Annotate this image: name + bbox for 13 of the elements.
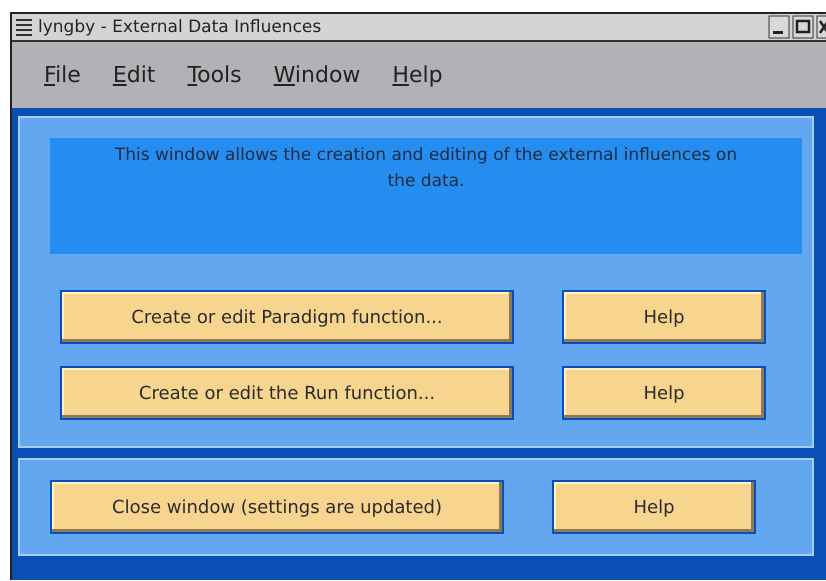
action-button[interactable]: Create or edit the Run function...: [60, 366, 514, 420]
window-title: lyngby - External Data Influences: [38, 17, 322, 37]
help-button[interactable]: Help: [552, 480, 756, 534]
message-text: This window allows the creation and editing of the external influences on the data.: [114, 144, 738, 193]
menu-item[interactable]: File: [44, 62, 81, 88]
menu-item[interactable]: Tools: [187, 62, 242, 88]
help-button[interactable]: Help: [562, 366, 766, 420]
action-button[interactable]: Close window (settings are updated): [50, 480, 504, 534]
action-button[interactable]: Create or edit Paradigm function...: [60, 290, 514, 344]
help-button[interactable]: Help: [562, 290, 766, 344]
menu-item[interactable]: Help: [392, 62, 443, 88]
menu-item[interactable]: Window: [274, 62, 360, 88]
menu-item[interactable]: Edit: [112, 62, 156, 88]
